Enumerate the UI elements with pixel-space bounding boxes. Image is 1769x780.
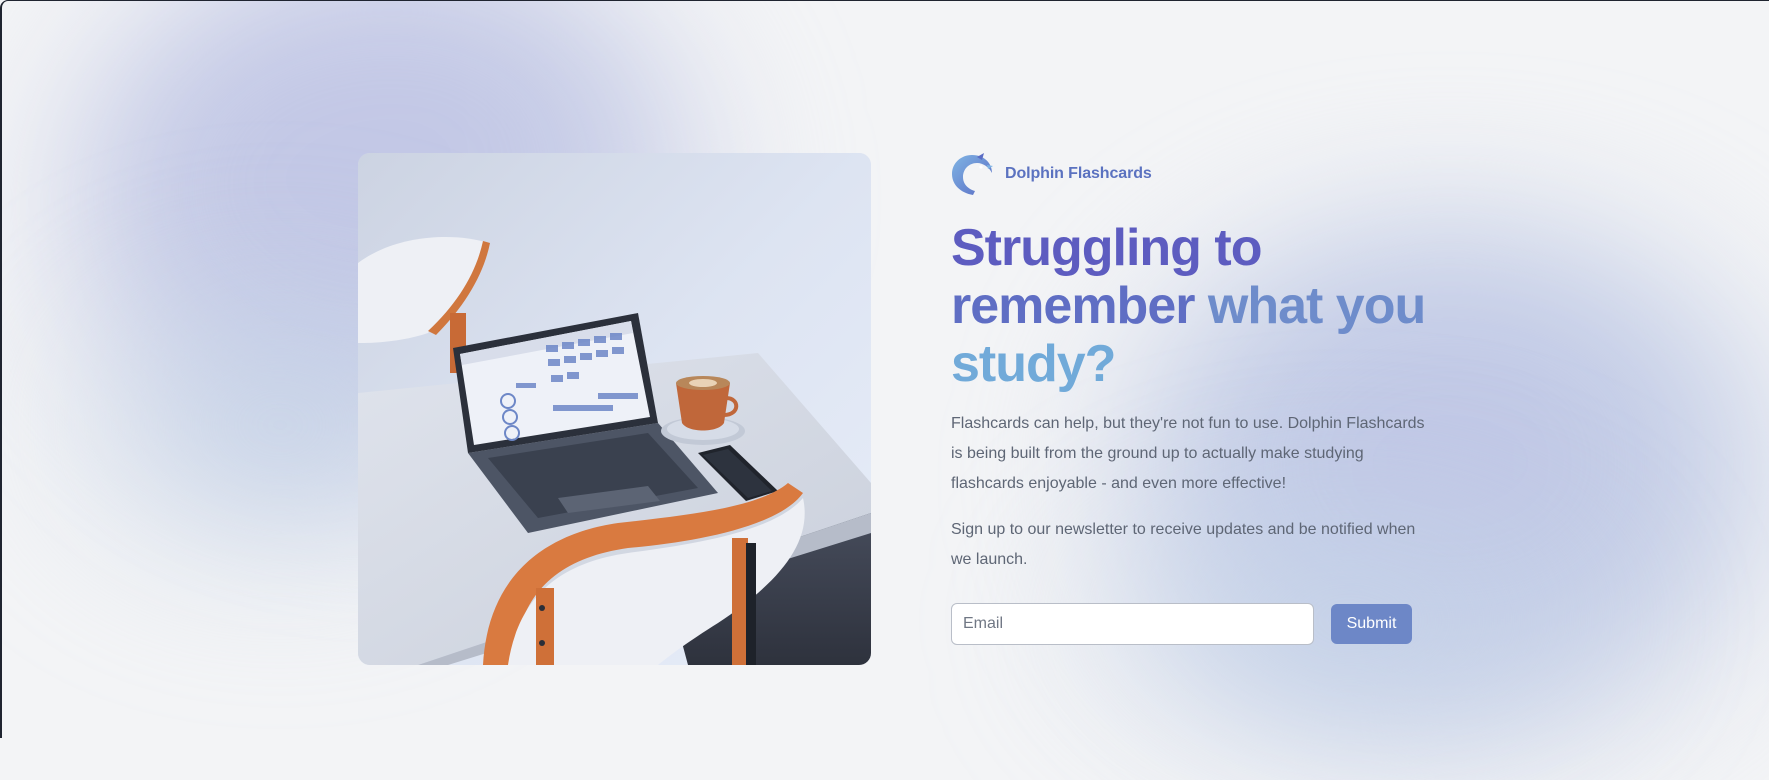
page-title: Struggling to remember what you study?: [951, 219, 1431, 393]
signup-form: Submit: [951, 603, 1431, 645]
submit-button[interactable]: Submit: [1331, 604, 1412, 644]
hero-content: Dolphin Flashcards Struggling to remembe…: [951, 153, 1431, 645]
email-input[interactable]: [951, 603, 1314, 645]
dolphin-logo-icon: [952, 153, 993, 195]
headline-line-1: Struggling to: [951, 219, 1262, 277]
headline-line-3: study?: [951, 335, 1116, 393]
brand: Dolphin Flashcards: [951, 153, 1431, 195]
hero-image: [358, 153, 871, 665]
description-text: Flashcards can help, but they're not fun…: [951, 415, 1425, 492]
newsletter-text: Sign up to our newsletter to receive upd…: [951, 521, 1416, 568]
laptop-coffee-photo: [358, 153, 871, 665]
headline-line-2: remember what you: [951, 277, 1431, 335]
brand-name: Dolphin Flashcards: [1005, 165, 1152, 182]
headline-line-2b: what you: [1194, 277, 1426, 335]
headline-line-2a: remember: [951, 277, 1195, 335]
